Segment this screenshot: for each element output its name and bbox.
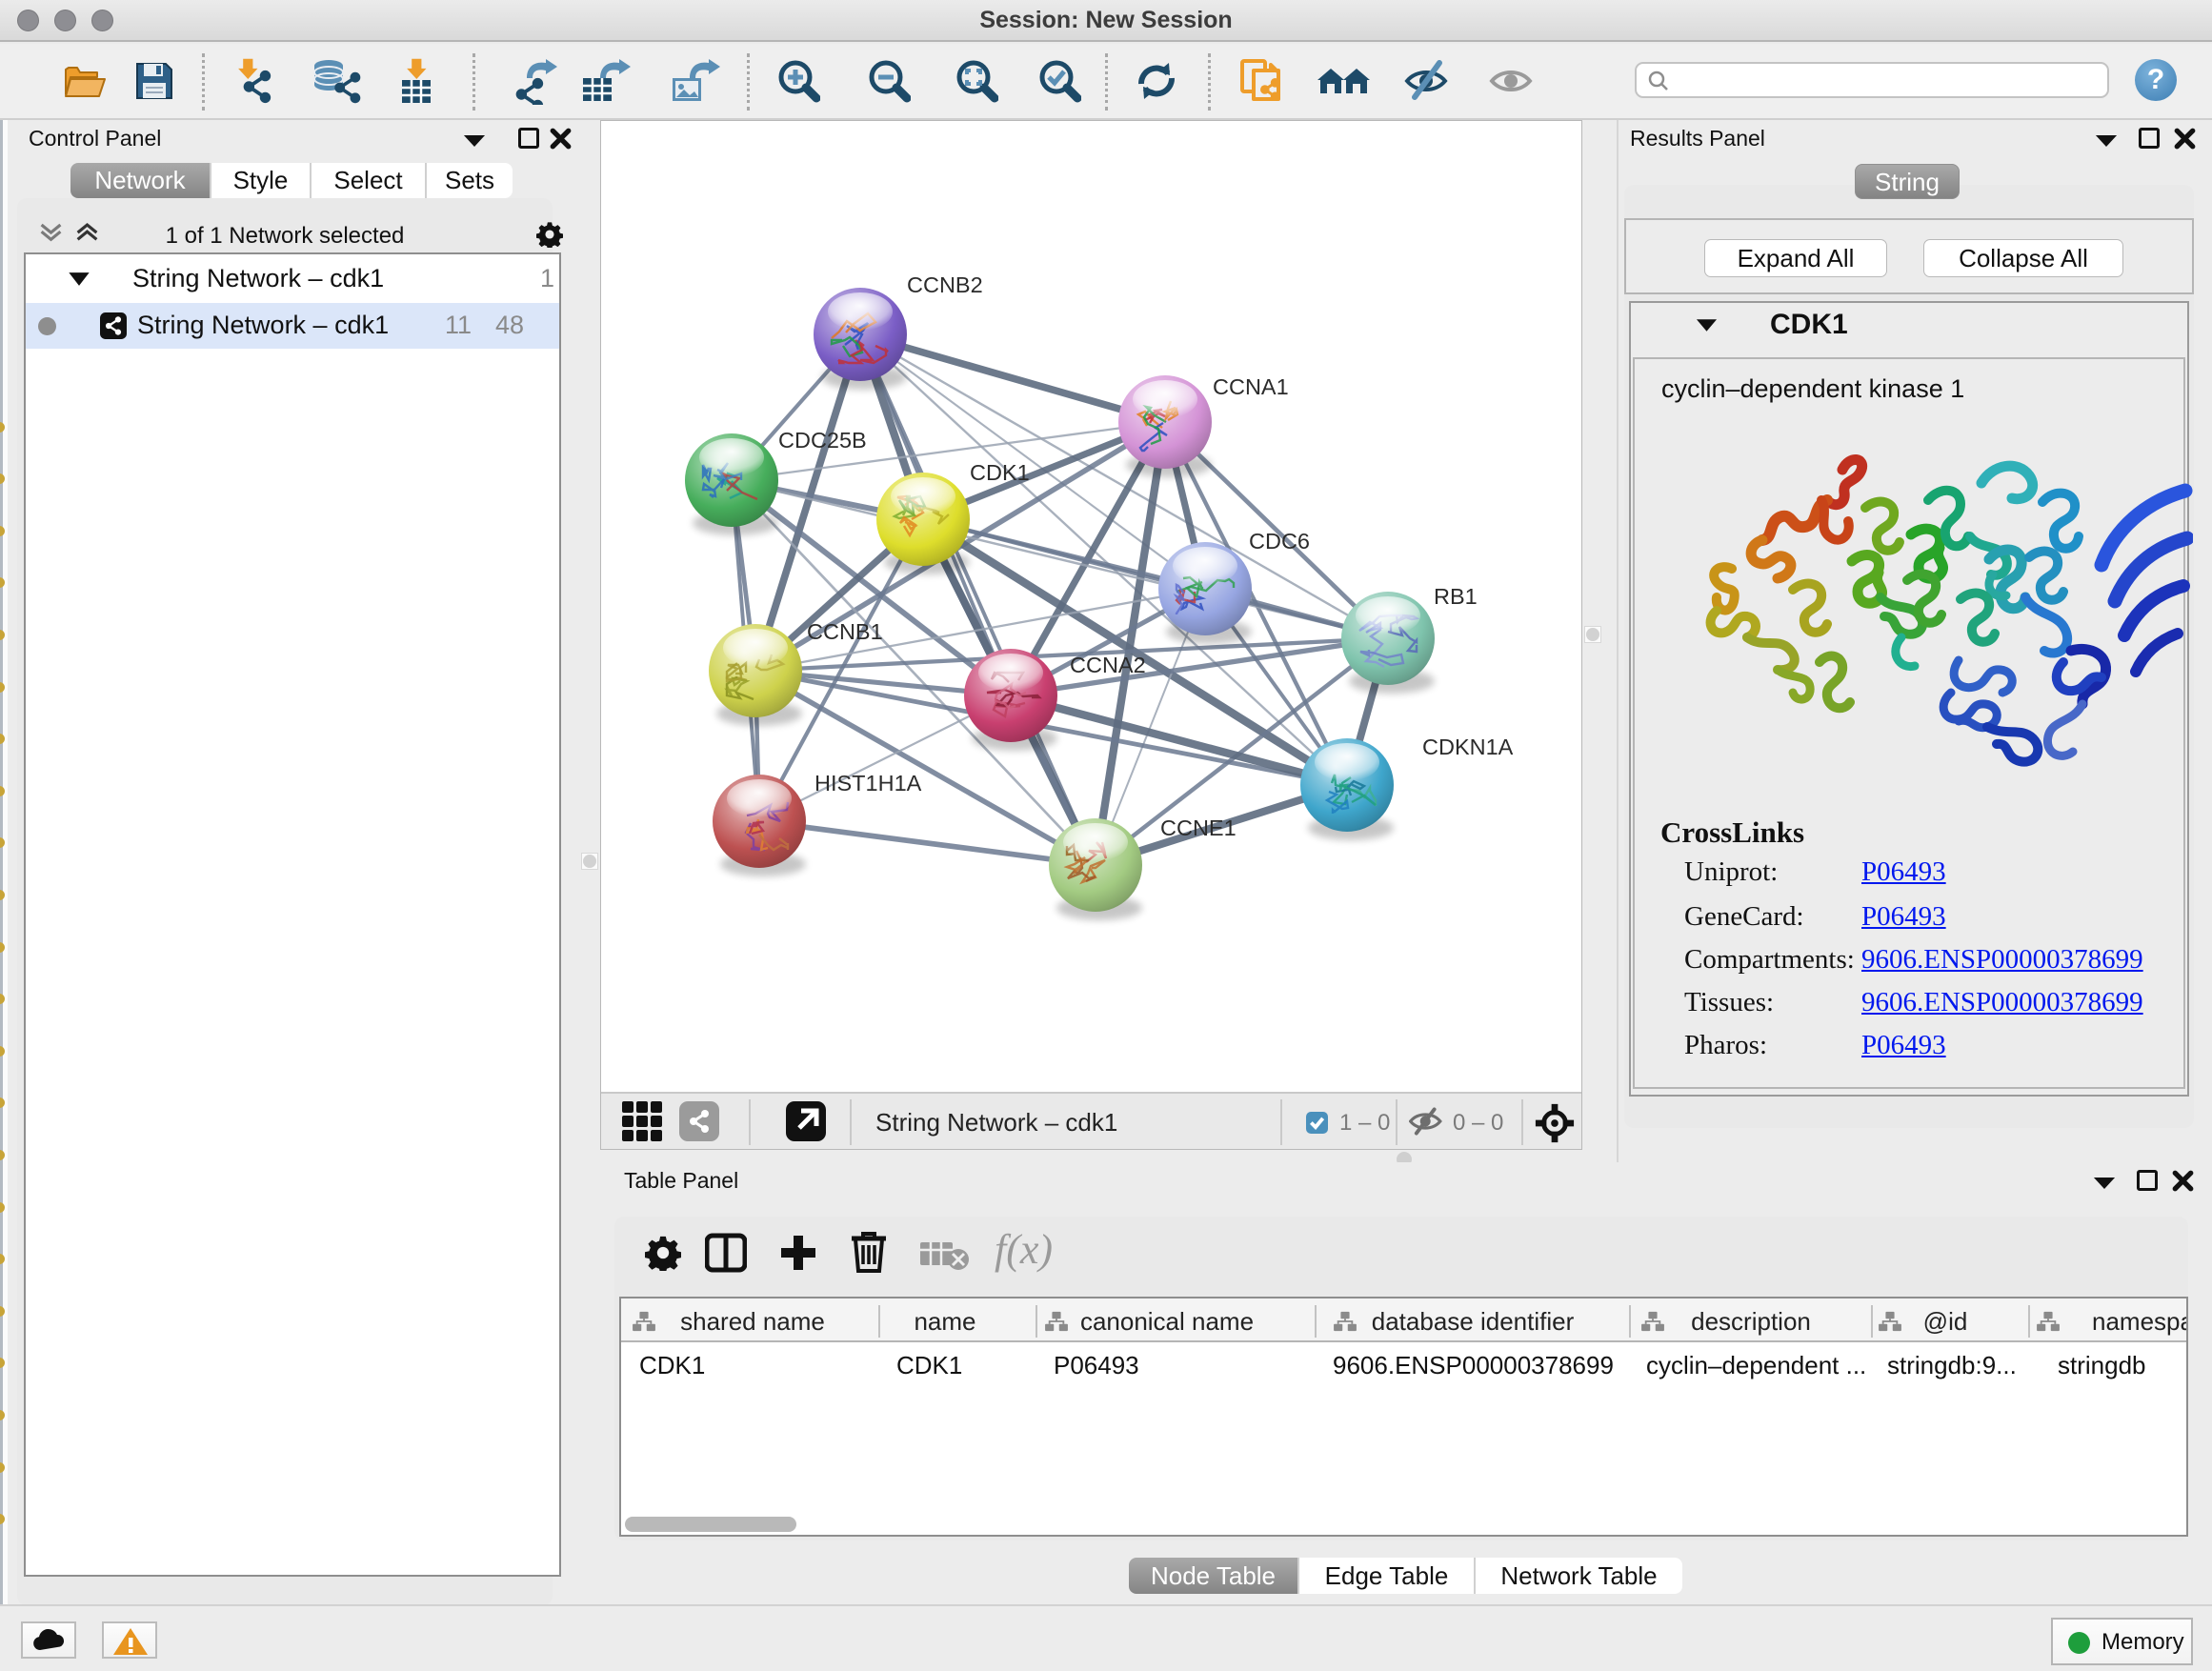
svg-text:CDK1: CDK1 [970,460,1030,485]
svg-text:CCNE1: CCNE1 [1160,815,1237,840]
svg-text:CCNA2: CCNA2 [1070,653,1146,677]
svg-text:CDKN1A: CDKN1A [1422,735,1514,759]
svg-text:CCNB2: CCNB2 [907,272,983,297]
svg-text:CDC25B: CDC25B [778,428,867,453]
svg-text:HIST1H1A: HIST1H1A [814,771,922,795]
svg-text:RB1: RB1 [1434,584,1478,609]
svg-text:CDC6: CDC6 [1249,529,1310,554]
svg-text:CCNA1: CCNA1 [1213,374,1289,399]
svg-text:CCNB1: CCNB1 [807,619,883,644]
svg-text:f(x): f(x) [995,1229,1053,1273]
